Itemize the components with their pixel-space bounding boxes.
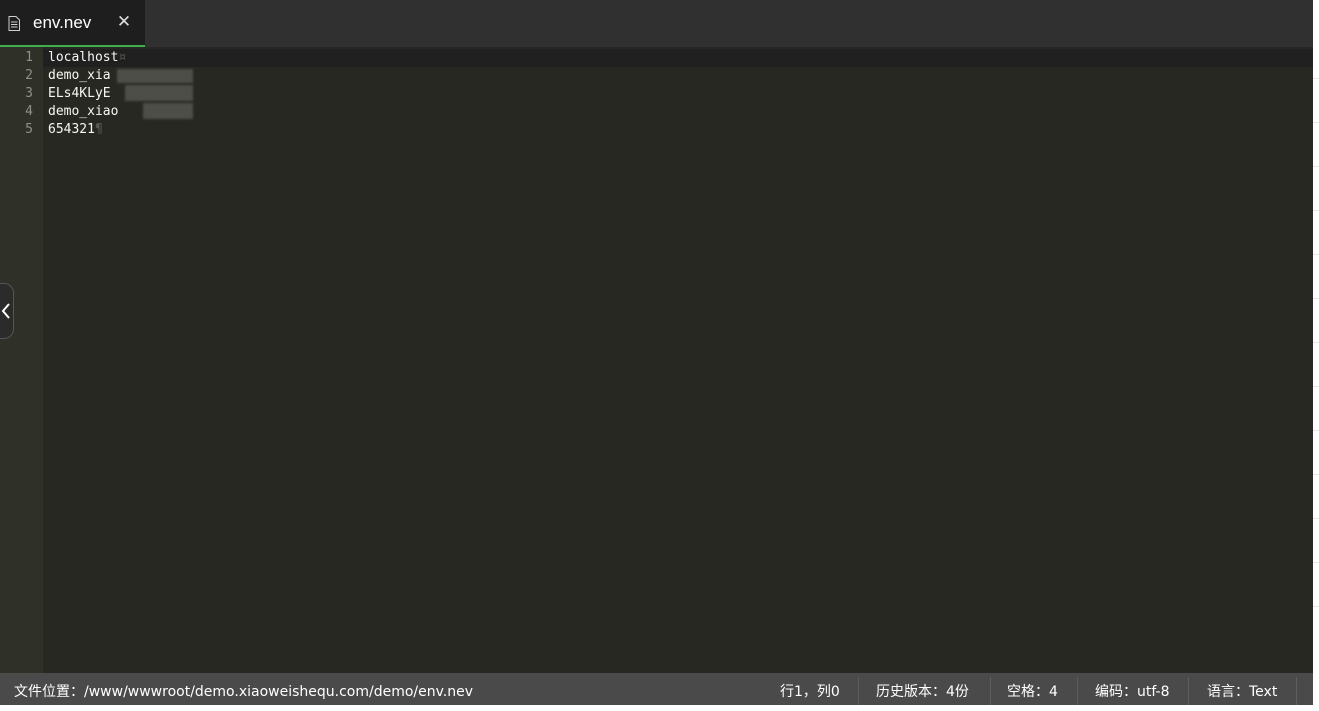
code-area[interactable]: localhost¤ demo_xia ELs4KLyE demo_xiao 6… bbox=[43, 47, 1313, 673]
code-line[interactable]: demo_xiao bbox=[48, 103, 118, 121]
line-number: 1 bbox=[25, 50, 33, 65]
indent-setting[interactable]: 空格：4 bbox=[1007, 673, 1058, 705]
divider bbox=[1313, 474, 1319, 475]
language-setting[interactable]: 语言：Text bbox=[1207, 673, 1277, 705]
tab-bar: env.nev ✕ bbox=[0, 0, 1313, 47]
divider bbox=[1313, 254, 1319, 255]
line-end-marker: ¶ bbox=[94, 122, 103, 137]
line-number: 3 bbox=[25, 86, 33, 101]
status-bar: 文件位置：/www/wwwroot/demo.xiaoweishequ.com/… bbox=[0, 673, 1313, 705]
divider bbox=[1313, 342, 1319, 343]
line-number: 5 bbox=[25, 122, 33, 137]
code-editor: env.nev ✕ 1 2 3 4 5 localhost¤ demo_xia … bbox=[0, 0, 1313, 705]
code-line-text: demo_xiao bbox=[48, 104, 119, 119]
history-versions[interactable]: 历史版本：4份 bbox=[876, 673, 969, 705]
line-number-gutter: 1 2 3 4 5 bbox=[0, 47, 43, 673]
code-line[interactable]: 654321¶ bbox=[48, 121, 103, 139]
divider bbox=[1313, 430, 1319, 431]
divider bbox=[858, 677, 859, 705]
code-line[interactable]: demo_xia bbox=[48, 67, 111, 85]
background-page-edge bbox=[1313, 0, 1319, 705]
file-icon bbox=[8, 16, 20, 31]
divider bbox=[1313, 298, 1319, 299]
chevron-left-icon bbox=[1, 303, 10, 319]
divider bbox=[1313, 518, 1319, 519]
redaction-mosaic bbox=[125, 85, 193, 101]
code-line-text: localhost bbox=[48, 50, 119, 65]
redaction-mosaic bbox=[143, 103, 193, 119]
line-number: 4 bbox=[25, 104, 33, 119]
divider bbox=[1313, 606, 1319, 607]
line-number: 2 bbox=[25, 68, 33, 83]
active-line-highlight bbox=[43, 49, 1313, 67]
close-icon[interactable]: ✕ bbox=[116, 12, 132, 32]
divider bbox=[1296, 677, 1297, 705]
code-line-text: 654321 bbox=[48, 122, 95, 137]
tab-env-nev[interactable]: env.nev ✕ bbox=[0, 0, 145, 47]
tab-title: env.nev bbox=[33, 13, 92, 32]
code-line-text: demo_xia bbox=[48, 68, 111, 83]
code-line-text: ELs4KLyE bbox=[48, 86, 111, 101]
divider bbox=[1313, 78, 1319, 79]
cursor-position[interactable]: 行1，列0 bbox=[780, 673, 840, 705]
line-end-marker: ¤ bbox=[118, 50, 127, 65]
divider bbox=[1188, 677, 1189, 705]
redaction-mosaic bbox=[117, 69, 193, 83]
code-line[interactable]: ELs4KLyE bbox=[48, 85, 111, 103]
encoding-setting[interactable]: 编码：utf-8 bbox=[1095, 673, 1169, 705]
divider bbox=[1313, 122, 1319, 123]
divider bbox=[990, 677, 991, 705]
divider bbox=[1077, 677, 1078, 705]
divider bbox=[1313, 386, 1319, 387]
code-line[interactable]: localhost¤ bbox=[48, 49, 126, 67]
collapse-sidebar-button[interactable] bbox=[0, 283, 14, 339]
divider bbox=[1313, 562, 1319, 563]
file-location: 文件位置：/www/wwwroot/demo.xiaoweishequ.com/… bbox=[14, 684, 474, 700]
divider bbox=[1313, 166, 1319, 167]
divider bbox=[1313, 210, 1319, 211]
